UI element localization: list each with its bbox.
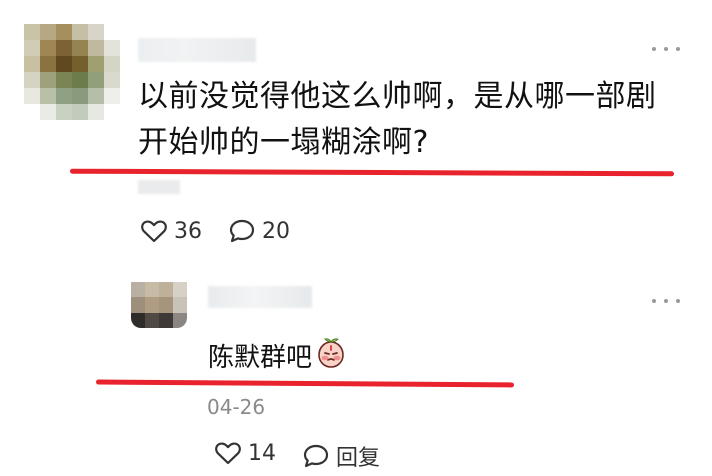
reply-reply-label: 回复 xyxy=(336,446,381,471)
reply-avatar[interactable] xyxy=(131,282,187,328)
comment-reply-count: 20 xyxy=(262,218,290,244)
reply-text: 陈默群吧 xyxy=(208,343,313,373)
reply-reply-button[interactable]: 回复 xyxy=(302,440,380,472)
red-underline-annotation xyxy=(95,379,515,388)
reply-date: 04-26 xyxy=(207,395,266,419)
heart-icon xyxy=(140,218,168,244)
reply-username-blurred[interactable] xyxy=(208,286,312,308)
red-underline-annotation xyxy=(69,168,675,177)
heart-icon xyxy=(214,440,242,466)
comment-bubble-icon xyxy=(228,218,256,244)
comment-time-blurred xyxy=(138,180,180,194)
comment-like-count: 36 xyxy=(174,218,202,244)
comment-text: 以前没觉得他这么帅啊，是从哪一部剧开始帅的一塌糊涂啊? xyxy=(138,79,657,160)
comment-avatar[interactable] xyxy=(24,24,120,120)
comment-bubble-icon xyxy=(302,443,330,469)
peach-face-emoji xyxy=(314,336,348,380)
comment-reply-button[interactable]: 20 xyxy=(228,218,290,244)
more-icon[interactable] xyxy=(652,294,680,308)
more-icon[interactable] xyxy=(652,42,680,56)
comment-username-blurred[interactable] xyxy=(138,38,256,62)
reply-like-button[interactable]: 14 xyxy=(214,440,276,466)
comment-like-button[interactable]: 36 xyxy=(140,218,202,244)
reply-like-count: 14 xyxy=(248,440,276,466)
reply-text-row: 陈默群吧 xyxy=(208,336,348,380)
